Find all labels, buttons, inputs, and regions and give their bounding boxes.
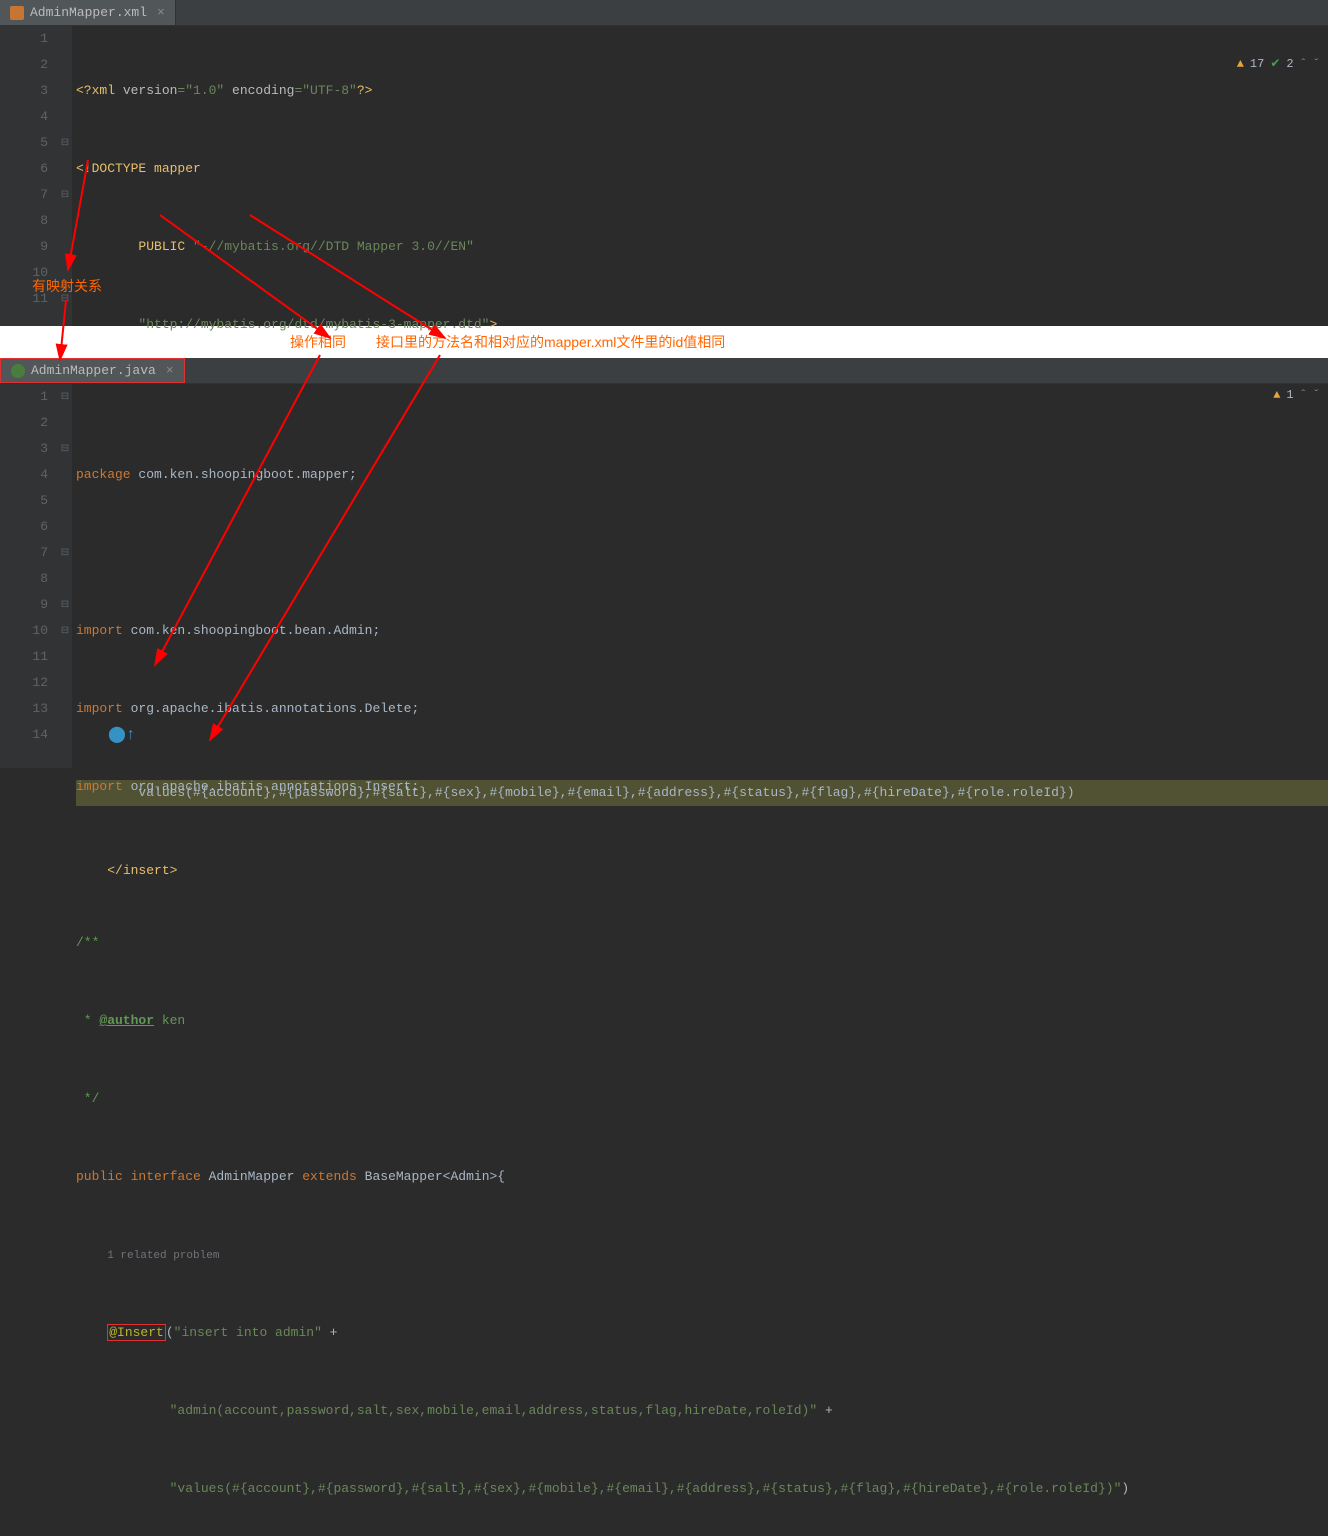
code-area[interactable]: ⬤↑ package com.ken.shoopingboot.mapper; … — [72, 384, 1328, 768]
xml-editor-pane[interactable]: ▲17 ✔2 ˆ ˇ 1 2 3 4 5 6 7 8 9 10 11 ⊟ ⊟ ⊟… — [0, 26, 1328, 326]
fold-marker[interactable]: ⊟ — [58, 592, 72, 618]
insert-annotation-box: @Insert — [107, 1324, 166, 1341]
fold-marker[interactable]: ⊟ — [58, 384, 72, 410]
tab-label: AdminMapper.xml — [30, 5, 147, 20]
close-icon[interactable]: × — [157, 5, 165, 20]
fold-marker[interactable]: ⊟ — [58, 130, 72, 156]
java-editor-pane[interactable]: ▲1 ˆ ˇ 1 2 3 4 5 6 7 8 9 10 11 12 13 14 … — [0, 384, 1328, 768]
code-area[interactable]: <?xml version="1.0" encoding="UTF-8"?> <… — [72, 26, 1328, 326]
tab-adminmapper-xml[interactable]: AdminMapper.xml × — [0, 0, 176, 25]
annotation-mapping: 有映射关系 — [32, 276, 102, 296]
related-problem-hint[interactable]: 1 related problem — [107, 1250, 219, 1262]
fold-marker[interactable]: ⊟ — [58, 436, 72, 462]
xml-file-icon — [10, 6, 24, 20]
line-gutter: 1 2 3 4 5 6 7 8 9 10 11 12 13 14 — [0, 384, 58, 768]
fold-marker[interactable]: ⊟ — [58, 618, 72, 644]
nav-gutter-icon[interactable]: ⬤↑ — [108, 722, 136, 748]
fold-marker[interactable]: ⊟ — [58, 540, 72, 566]
fold-marker[interactable]: ⊟ — [58, 182, 72, 208]
fold-column: ⊟ ⊟ ⊟ ⊟ ⊟ — [58, 384, 72, 768]
java-file-icon — [11, 364, 25, 378]
top-tab-bar: AdminMapper.xml × — [0, 0, 1328, 26]
